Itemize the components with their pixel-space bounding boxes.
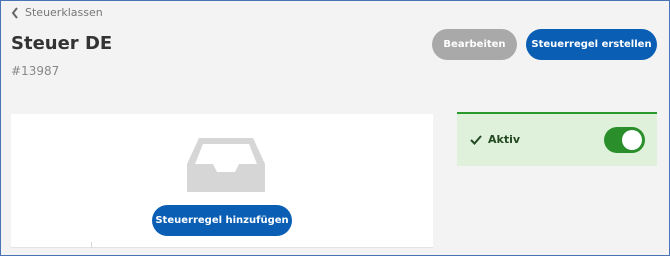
tax-rules-card: Steuerregel hinzufügen xyxy=(11,114,433,248)
status-card: Aktiv xyxy=(457,112,657,166)
inbox-icon xyxy=(187,138,265,192)
column-tick xyxy=(91,242,92,248)
active-toggle[interactable] xyxy=(604,127,645,153)
card-divider xyxy=(11,247,433,248)
page-title: Steuer DE xyxy=(11,33,113,54)
breadcrumb-label: Steuerklassen xyxy=(25,6,103,19)
status-label: Aktiv xyxy=(488,133,521,146)
breadcrumb[interactable]: Steuerklassen xyxy=(11,6,103,19)
check-icon xyxy=(470,135,482,145)
edit-button[interactable]: Bearbeiten xyxy=(432,29,517,60)
create-tax-rule-button[interactable]: Steuerregel erstellen xyxy=(526,29,657,60)
record-id: #13987 xyxy=(11,64,60,78)
chevron-left-icon xyxy=(11,6,18,19)
toggle-knob xyxy=(622,130,642,150)
add-tax-rule-button[interactable]: Steuerregel hinzufügen xyxy=(152,205,292,236)
